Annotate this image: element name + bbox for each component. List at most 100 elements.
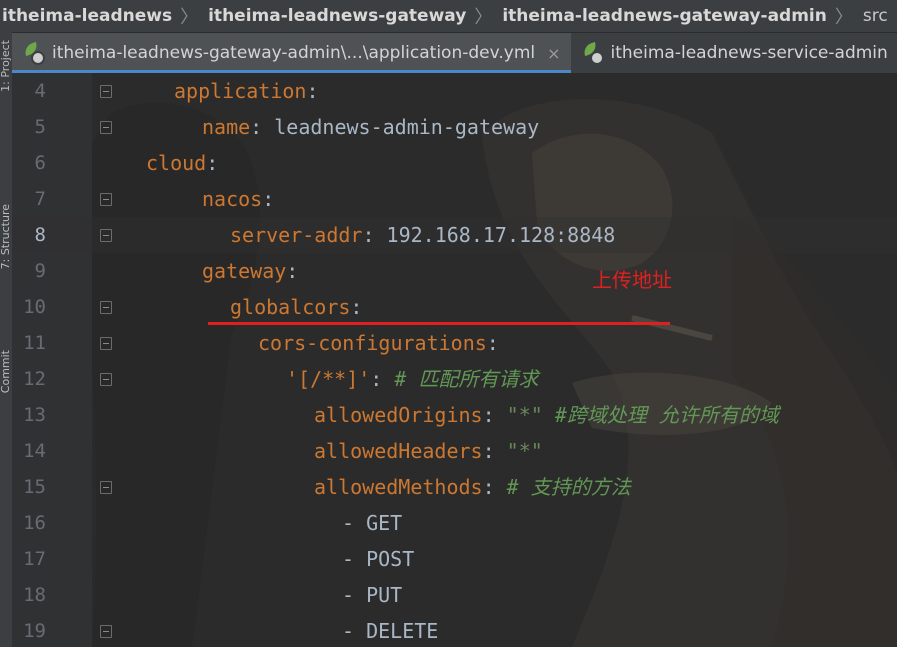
fold-marker-icon[interactable] bbox=[100, 229, 112, 242]
annotation-label: 上传地址 bbox=[592, 268, 672, 292]
yaml-key: cors-configurations bbox=[258, 331, 487, 355]
line-number: 7 bbox=[34, 188, 46, 210]
code-line[interactable]: 15 allowedMethods: # 支持的方法 bbox=[12, 469, 897, 505]
line-number: 18 bbox=[23, 584, 46, 606]
structure-tool-button[interactable]: 7: Structure bbox=[0, 204, 12, 269]
fold-marker-icon[interactable] bbox=[100, 301, 112, 314]
code-editor[interactable]: 4 application: 5 name: leadnews-admin-gate… bbox=[12, 73, 897, 647]
fold-marker-icon[interactable] bbox=[100, 625, 112, 638]
yaml-value: - PUT bbox=[342, 583, 403, 607]
breadcrumb: itheima-leadnews 〉 itheima-leadnews-gatewa… bbox=[0, 0, 897, 33]
code-line[interactable]: 7 nacos: bbox=[12, 181, 897, 217]
yaml-key: nacos bbox=[202, 187, 263, 211]
code-text: nacos: bbox=[202, 187, 287, 211]
fold-marker-icon[interactable] bbox=[100, 121, 112, 134]
yaml-value: "*" bbox=[506, 439, 543, 463]
line-number: 6 bbox=[34, 152, 46, 174]
yaml-key: application bbox=[174, 79, 307, 103]
line-number: 14 bbox=[23, 440, 46, 462]
code-text: - POST bbox=[342, 541, 414, 577]
yaml-comment: #跨域处理 允许所有的域 bbox=[554, 403, 779, 427]
yaml-key: gateway bbox=[202, 259, 287, 283]
yaml-value: leadnews-admin-gateway bbox=[274, 115, 540, 139]
code-text: allowedHeaders: "*" bbox=[314, 439, 543, 463]
code-text: application: bbox=[174, 79, 331, 103]
code-line[interactable]: 19 - DELETE bbox=[12, 613, 897, 647]
code-text: name: leadnews-admin-gateway bbox=[202, 115, 540, 139]
breadcrumb-separator-icon: 〉 bbox=[180, 7, 199, 28]
code-line[interactable]: 16 - GET bbox=[12, 505, 897, 541]
yaml-comment: # 匹配所有请求 bbox=[394, 367, 539, 391]
code-text: allowedMethods: # 支持的方法 bbox=[314, 475, 631, 499]
fold-marker-icon[interactable] bbox=[100, 373, 112, 386]
line-number: 16 bbox=[23, 512, 46, 534]
spring-config-icon bbox=[581, 41, 604, 65]
code-line[interactable]: 4 application: bbox=[12, 73, 897, 109]
code-text: cloud: bbox=[146, 151, 231, 175]
code-line[interactable]: 17 - POST bbox=[12, 541, 897, 577]
yaml-key: server-addr bbox=[230, 223, 363, 247]
tab-application-dev-yml[interactable]: itheima-leadnews-gateway-admin\...\appli… bbox=[12, 33, 571, 73]
code-line[interactable]: 5 name: leadnews-admin-gateway bbox=[12, 109, 897, 145]
code-text: - DELETE bbox=[342, 613, 438, 647]
code-text: server-addr: 192.168.17.128:8848 bbox=[230, 223, 616, 247]
code-line[interactable]: 10 globalcors: bbox=[12, 289, 897, 325]
breadcrumb-item[interactable]: itheima-leadnews-gateway-admin bbox=[500, 6, 827, 26]
yaml-key: cloud bbox=[146, 151, 207, 175]
code-line[interactable]: 13 allowedOrigins: "*" #跨域处理 允许所有的域 bbox=[12, 397, 897, 433]
code-line[interactable]: 18 - PUT bbox=[12, 577, 897, 613]
line-number: 10 bbox=[23, 296, 46, 318]
yaml-value: - DELETE bbox=[342, 619, 439, 643]
code-line[interactable]: 14 allowedHeaders: "*" bbox=[12, 433, 897, 469]
yaml-key: '[/**]' bbox=[286, 367, 371, 391]
yaml-key: name bbox=[202, 115, 251, 139]
yaml-key: globalcors bbox=[230, 295, 351, 319]
code-text: globalcors: bbox=[230, 295, 375, 319]
line-number: 12 bbox=[23, 368, 46, 390]
code-text: '[/**]': # 匹配所有请求 bbox=[286, 367, 539, 391]
line-number: 4 bbox=[34, 80, 46, 102]
yaml-value: "*" bbox=[506, 403, 543, 427]
code-text: - PUT bbox=[342, 577, 402, 613]
code-line[interactable]: 9 gateway: bbox=[12, 253, 897, 289]
yaml-key: allowedHeaders bbox=[314, 439, 483, 463]
code-line[interactable]: 6 cloud: bbox=[12, 145, 897, 181]
close-tab-icon[interactable]: × bbox=[547, 44, 560, 63]
tab-label: itheima-leadnews-gateway-admin\...\appli… bbox=[52, 43, 536, 63]
breadcrumb-separator-icon: 〉 bbox=[834, 7, 853, 28]
yaml-comment: # 支持的方法 bbox=[506, 475, 631, 499]
code-text: - GET bbox=[342, 505, 402, 541]
commit-tool-button[interactable]: Commit bbox=[0, 350, 12, 393]
line-number: 19 bbox=[23, 620, 46, 642]
code-line[interactable]: 12 '[/**]': # 匹配所有请求 bbox=[12, 361, 897, 397]
code-line[interactable]: 11 cors-configurations: bbox=[12, 325, 897, 361]
line-number: 5 bbox=[34, 116, 46, 138]
spring-config-icon bbox=[22, 41, 45, 65]
line-number: 9 bbox=[34, 260, 46, 282]
fold-marker-icon[interactable] bbox=[100, 337, 112, 350]
yaml-value: - GET bbox=[342, 511, 403, 535]
line-number: 11 bbox=[23, 332, 46, 354]
code-line[interactable]: 8 server-addr: 192.168.17.128:8848 bbox=[12, 217, 897, 253]
line-number: 8 bbox=[34, 224, 46, 246]
breadcrumb-item[interactable]: itheima-leadnews bbox=[0, 6, 172, 26]
line-number: 17 bbox=[23, 548, 46, 570]
line-number: 13 bbox=[23, 404, 46, 426]
annotation-underline bbox=[208, 322, 670, 325]
line-number: 15 bbox=[23, 476, 46, 498]
tab-service-admin[interactable]: itheima-leadnews-service-admin bbox=[571, 33, 897, 73]
tab-label: itheima-leadnews-service-admin bbox=[610, 43, 888, 63]
breadcrumb-item[interactable]: itheima-leadnews-gateway bbox=[206, 6, 466, 26]
editor-tab-bar: itheima-leadnews-gateway-admin\...\appli… bbox=[12, 33, 897, 74]
fold-marker-icon[interactable] bbox=[100, 85, 112, 98]
code-text: gateway: bbox=[202, 259, 311, 283]
fold-marker-icon[interactable] bbox=[100, 481, 112, 494]
yaml-key: allowedMethods bbox=[314, 475, 483, 499]
breadcrumb-separator-icon: 〉 bbox=[474, 7, 493, 28]
breadcrumb-item[interactable]: src bbox=[861, 6, 888, 26]
yaml-value: 192.168.17.128:8848 bbox=[386, 223, 616, 247]
fold-marker-icon[interactable] bbox=[100, 193, 112, 206]
yaml-value: - POST bbox=[342, 547, 415, 571]
code-text: allowedOrigins: "*" #跨域处理 允许所有的域 bbox=[314, 403, 779, 427]
project-tool-button[interactable]: 1: Project bbox=[0, 40, 12, 92]
